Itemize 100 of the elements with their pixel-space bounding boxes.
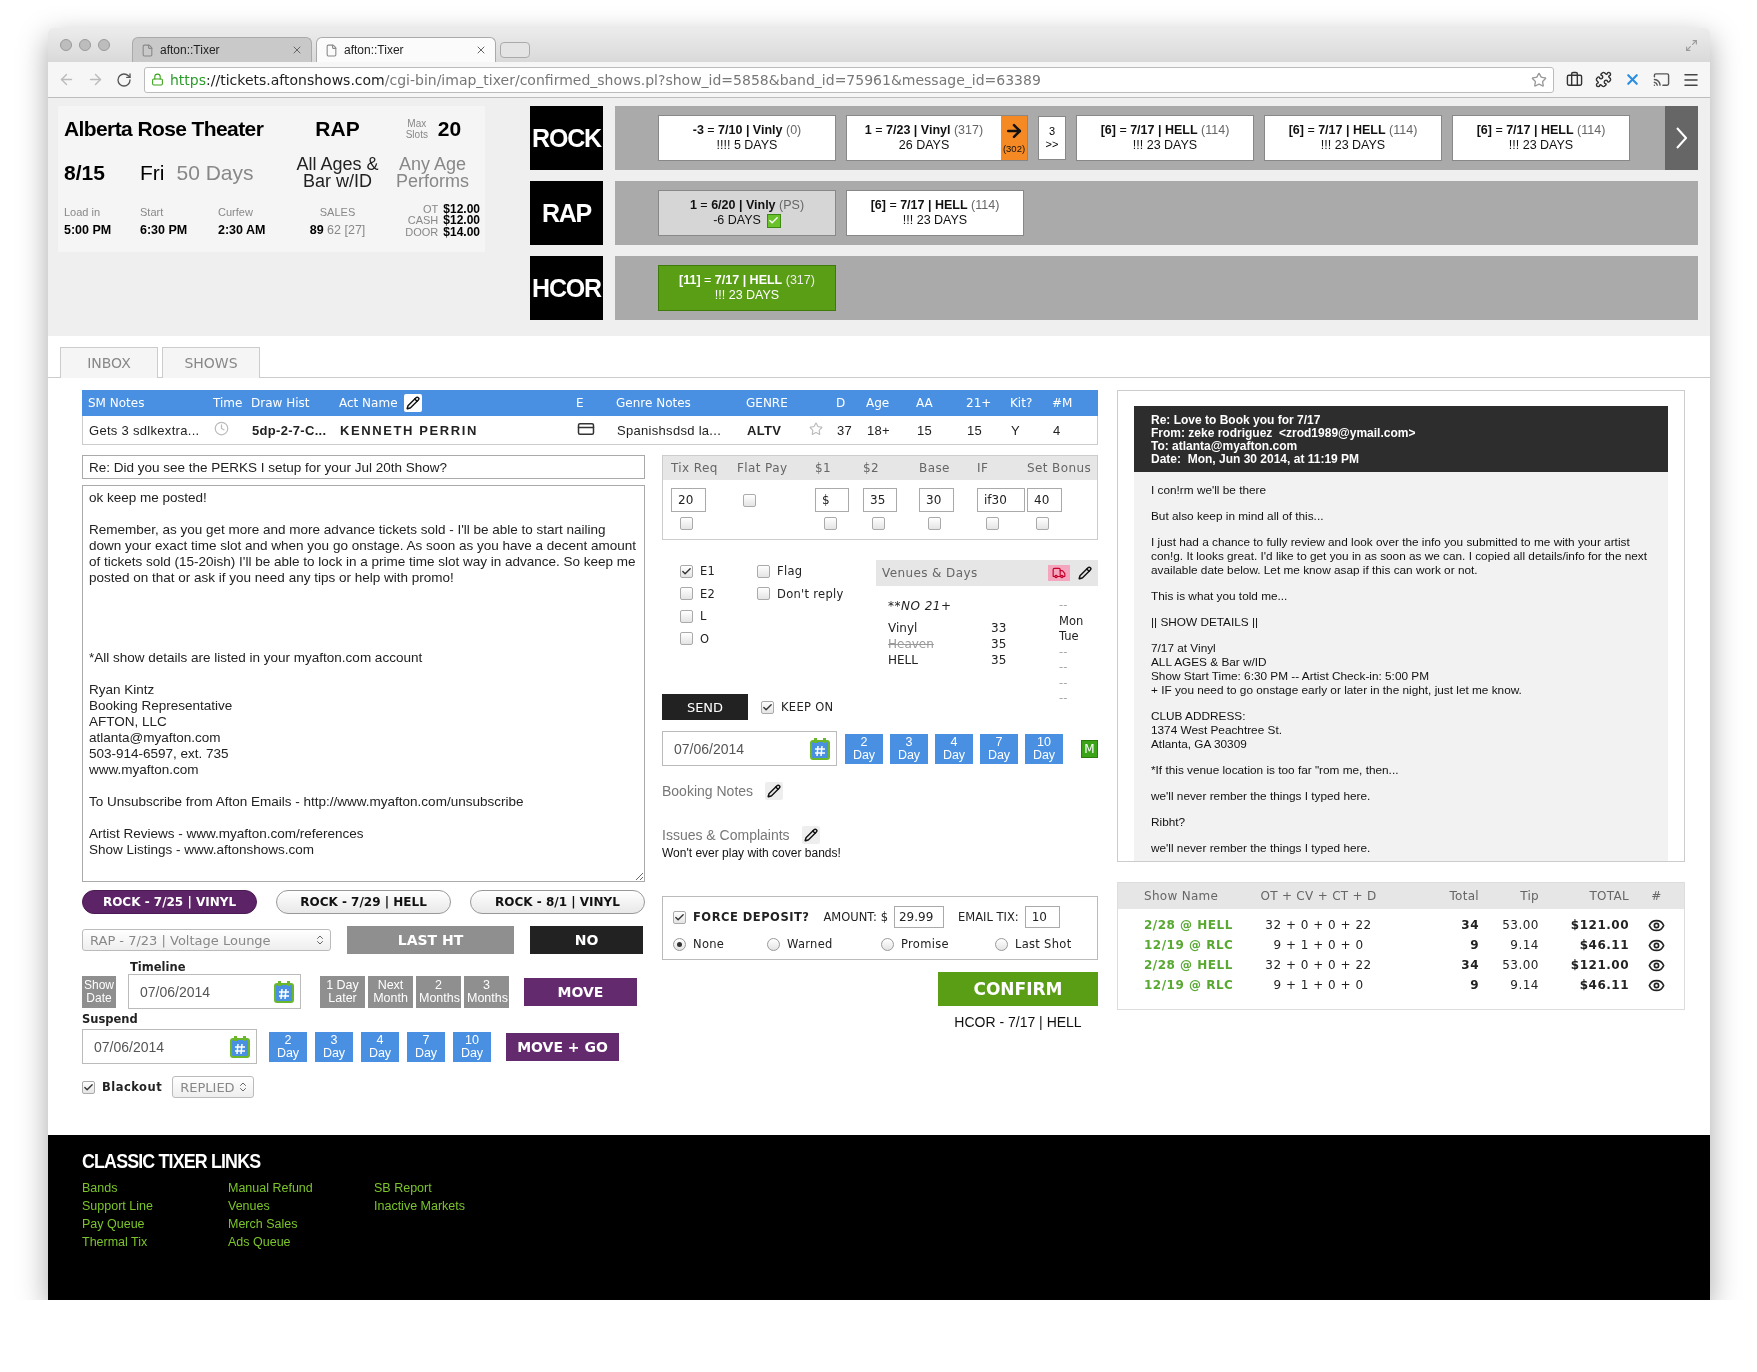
show-slot[interactable]: [6] = 7/17 | HELL (114) !!! 23 DAYS — [1452, 115, 1630, 161]
show-slot[interactable]: [6] = 7/17 | HELL (114) !!! 23 DAYS — [846, 190, 1024, 236]
show-slot[interactable]: 1 = 6/20 | Vinly (PS) -6 DAYS — [658, 190, 836, 236]
checkbox[interactable] — [1036, 516, 1049, 530]
table-cell-text: 53.00 — [1501, 958, 1539, 972]
checkbox[interactable] — [680, 564, 693, 578]
day-text: -- — [1059, 691, 1069, 707]
address-bar[interactable]: https://tickets.aftonshows.com/cgi-bin/imap_tixer/confirmed_shows.pl?show_id=5858&band_id=75961&message_id=63389 — [144, 66, 1554, 93]
window-button[interactable] — [98, 39, 110, 51]
pay-field[interactable]: 30 — [919, 488, 954, 512]
footer-link[interactable]: Manual Refund — [228, 1179, 374, 1197]
date-field[interactable]: 07/06/2014 — [128, 974, 301, 1009]
briefcase-icon[interactable] — [1566, 71, 1583, 88]
checkbox[interactable] — [743, 493, 756, 507]
puzzle-icon[interactable] — [1595, 71, 1612, 88]
checkbox[interactable] — [680, 632, 693, 646]
show-slot[interactable]: 1 = 7/23 | Vinyl (317) 26 DAYS (302) — [846, 115, 1028, 161]
pencil-icon[interactable] — [405, 396, 420, 410]
move-button[interactable]: (302) — [1001, 116, 1027, 160]
date-input[interactable]: 07/06/2014 — [138, 976, 274, 1007]
forward-icon[interactable] — [87, 71, 104, 88]
show-button[interactable]: ROCK - 7/29 | HELL — [276, 890, 451, 914]
move-button[interactable]: MOVE — [524, 977, 637, 1006]
calendar-icon[interactable] — [274, 980, 294, 1003]
close-icon[interactable] — [475, 44, 487, 56]
calendar-icon[interactable] — [810, 737, 830, 760]
show-slot[interactable]: [6] = 7/17 | HELL (114) !!! 23 DAYS — [1264, 115, 1442, 161]
price-value: $14.00 — [443, 226, 480, 238]
pay-field[interactable]: 35 — [863, 488, 897, 512]
pay-field[interactable]: 40 — [1027, 488, 1062, 512]
move-go-button[interactable]: MOVE + GO — [506, 1032, 619, 1061]
subject-field[interactable]: Re: Did you see the PERKS I setup for your Jul 20th Show? — [82, 455, 645, 479]
table-cell-text: 15 — [916, 422, 933, 438]
footer-link[interactable]: Merch Sales — [228, 1215, 374, 1233]
date-field[interactable]: 07/06/2014 — [662, 731, 837, 766]
show-slot[interactable]: [6] = 7/17 | HELL (114) !!! 23 DAYS — [1076, 115, 1254, 161]
checkbox[interactable] — [680, 516, 693, 530]
checkbox[interactable] — [757, 587, 770, 601]
radio-button[interactable] — [881, 937, 894, 951]
pencil-icon[interactable] — [803, 828, 818, 842]
x-icon[interactable] — [1624, 71, 1641, 88]
date-input[interactable]: 07/06/2014 — [92, 1031, 230, 1062]
column-header: # — [1650, 889, 1663, 903]
checkbox[interactable] — [673, 910, 686, 924]
calendar-icon[interactable] — [230, 1035, 250, 1058]
checkbox[interactable] — [986, 516, 999, 530]
checkbox[interactable] — [824, 516, 837, 530]
back-icon[interactable] — [58, 71, 75, 88]
amount-field[interactable]: 29.99 — [893, 906, 944, 928]
footer-link[interactable]: SB Report — [374, 1179, 520, 1197]
pay-field[interactable]: if30 — [977, 488, 1025, 512]
footer-link[interactable]: Thermal Tix — [82, 1233, 228, 1251]
radio-label: Warned — [787, 937, 833, 951]
date-field[interactable]: 07/06/2014 — [82, 1029, 257, 1064]
browser-tab[interactable]: afton::Tixer — [132, 37, 312, 62]
pencil-icon[interactable] — [767, 784, 782, 798]
performs-text: Any Age Performs — [395, 156, 470, 190]
close-icon[interactable] — [291, 44, 303, 56]
footer-link[interactable]: Bands — [82, 1179, 228, 1197]
window-button[interactable] — [60, 39, 72, 51]
show-button[interactable]: ROCK - 8/1 | VINYL — [470, 890, 645, 914]
show-slot[interactable]: -3 = 7/10 | Vinly (0) !!!! 5 DAYS — [658, 115, 836, 161]
show-button[interactable]: ROCK - 7/25 | VINYL — [82, 890, 257, 914]
footer-link[interactable]: Support Line — [82, 1197, 228, 1215]
checkbox[interactable] — [680, 587, 693, 601]
next-button[interactable] — [1665, 106, 1698, 170]
email-tix-field[interactable]: 10 — [1024, 906, 1060, 928]
radio-button[interactable] — [673, 937, 686, 951]
pencil-icon[interactable] — [1078, 566, 1092, 580]
send-button[interactable]: SEND — [662, 694, 748, 720]
checkbox[interactable] — [82, 1080, 95, 1094]
radio-button[interactable] — [767, 937, 780, 951]
date-input[interactable]: 07/06/2014 — [672, 733, 810, 764]
more-button[interactable]: 3 >> — [1038, 116, 1066, 160]
star-icon[interactable] — [809, 421, 823, 436]
truck-icon[interactable] — [1048, 565, 1070, 581]
browser-tab[interactable]: afton::Tixer — [316, 37, 496, 62]
table-cell-text: 9 + 1 + 0 + 0 — [1272, 938, 1365, 952]
checkbox[interactable] — [928, 516, 941, 530]
cast-icon[interactable] — [1653, 71, 1670, 88]
fullscreen-icon[interactable] — [1685, 38, 1698, 52]
footer-link[interactable]: Venues — [228, 1197, 374, 1215]
checkbox[interactable] — [757, 564, 770, 578]
bookmark-icon[interactable] — [1531, 71, 1547, 88]
window-button[interactable] — [79, 39, 91, 51]
checkbox[interactable] — [872, 516, 885, 530]
footer-link[interactable]: Inactive Markets — [374, 1197, 520, 1215]
footer-link[interactable]: Ads Queue — [228, 1233, 374, 1251]
radio-button[interactable] — [995, 937, 1008, 951]
footer-link[interactable]: Pay Queue — [82, 1215, 228, 1233]
reload-icon[interactable] — [116, 71, 132, 88]
pay-field[interactable]: 20 — [671, 488, 706, 512]
message-field[interactable]: ok keep me posted! Remember, as you get more and more advance tickets sold - I'll be able to start nailing down your exact time slot and when you go onstage. As soon as you have a decent amount of tickets sold (15-20ish) I'll be able to lock in a prime time slot way in advance. So keep me posted on that or ask if you need any tips or help with promo! *All show details are listed in your myafton.com account Ryan Kintz Booking Representative AFTON, LLC atlanta@myafton.com 503-914-6597, ext. 735 www.myafton.com To Unsubscribe from Afton Emails - http://www.myafton.com/unsubscribe Artist Reviews - www.myafton.com/references Show Listings - www.aftonshows.com — [82, 485, 645, 882]
no-button[interactable]: NO — [530, 926, 643, 954]
checkbox[interactable] — [680, 609, 693, 623]
new-tab-button[interactable] — [500, 42, 530, 58]
sales-detail: 62 [27] — [327, 223, 366, 237]
column-header: #M — [1051, 396, 1074, 410]
pay-field[interactable]: $ — [815, 488, 849, 512]
checkbox[interactable] — [761, 700, 774, 714]
